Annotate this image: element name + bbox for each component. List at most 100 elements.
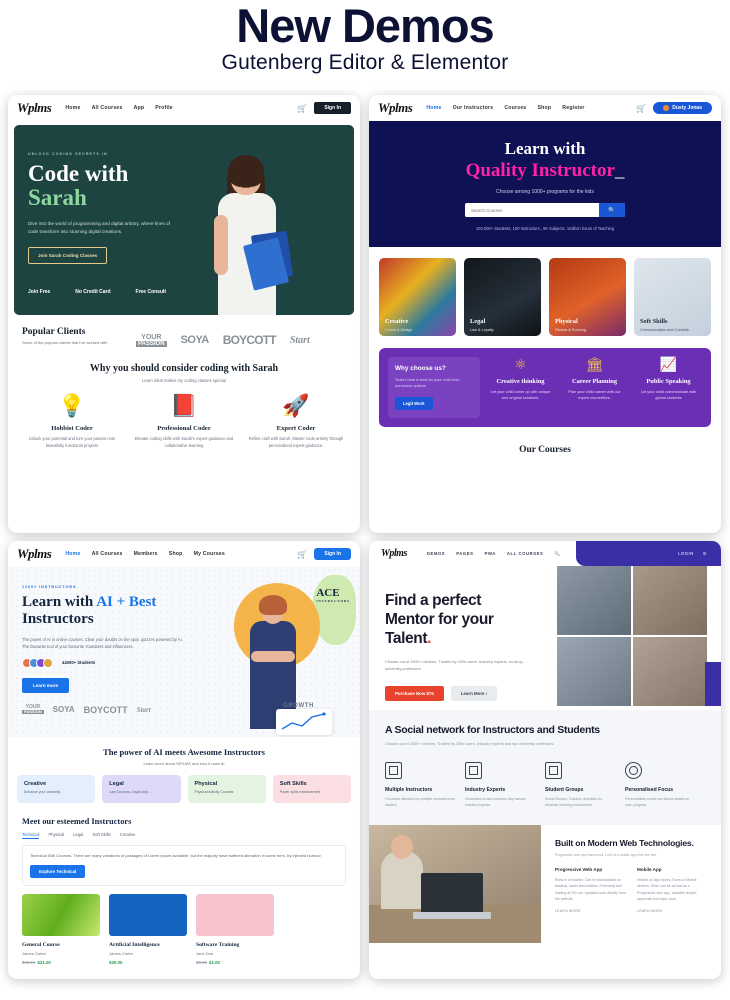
course-title: General Course bbox=[22, 942, 60, 949]
tab-legal[interactable]: Legal bbox=[73, 832, 83, 839]
hero-stats: 100,000+ Students, 100 Instructors , 96 … bbox=[475, 226, 615, 231]
course-thumbnail bbox=[196, 894, 274, 937]
nav-item-courses[interactable]: Courses bbox=[504, 105, 526, 111]
user-badge[interactable]: Dusty Jonas bbox=[653, 102, 712, 114]
category-card-physical[interactable]: Physical Fitness & Running bbox=[549, 258, 626, 336]
category-card-soft-skills[interactable]: Soft Skills Communication and Condide bbox=[634, 258, 711, 336]
nav-item-home[interactable]: Home bbox=[426, 105, 441, 111]
nav-item-profile[interactable]: Profile bbox=[155, 105, 173, 111]
course-card-ai[interactable]: Artificial Intelligence James Carter $30… bbox=[109, 894, 187, 965]
client-logos: YOUR PASSION SOYA BOYCOTT Start bbox=[22, 705, 208, 715]
search-icon[interactable]: 🔍 bbox=[554, 551, 560, 557]
course-new-price: $21.00 bbox=[37, 960, 51, 966]
nav-item-shop[interactable]: Shop bbox=[169, 551, 183, 557]
nav-item-home[interactable]: Home bbox=[65, 551, 80, 557]
feature-desc: Social Groups, Classes, Activities for w… bbox=[545, 797, 602, 807]
why-choose-us-panel: Why choose us? Select what is best for y… bbox=[379, 348, 711, 427]
demo2-logo[interactable]: Wplms bbox=[378, 100, 413, 116]
category-sub: Law & Loyalty bbox=[470, 328, 494, 332]
search-icon[interactable]: 🔍 bbox=[599, 203, 625, 217]
nav-item-register[interactable]: Register bbox=[562, 105, 584, 111]
tab-physical[interactable]: Physical bbox=[48, 832, 64, 839]
demo-card-ai-instructors[interactable]: Wplms Home All Courses Members Shop My C… bbox=[8, 541, 360, 979]
nav-item-home[interactable]: Home bbox=[65, 105, 80, 111]
nav-item-shop[interactable]: Shop bbox=[538, 105, 552, 111]
course-card-software[interactable]: Software Training Jane Doe $9.99 $1.00 bbox=[196, 894, 274, 965]
demo-grid: Wplms Home All Courses App Profile 🛒 Sig… bbox=[8, 95, 722, 979]
demo-card-find-mentor[interactable]: Wplms DEMOS PAGES PWA ALL COURSES 🔍 LOGI… bbox=[369, 541, 721, 979]
nav-item-pages[interactable]: PAGES bbox=[456, 551, 473, 557]
pill-desc: Physical Activity Courses bbox=[194, 790, 234, 794]
course-old-price: $9.99 bbox=[196, 960, 207, 966]
hero-cta-button[interactable]: Join Sarah Coding Classes bbox=[28, 247, 108, 265]
cart-icon[interactable]: 🛒 bbox=[636, 104, 646, 113]
learn-more-button[interactable]: Learn more bbox=[22, 677, 70, 693]
why-card-button[interactable]: Legit Work bbox=[395, 396, 433, 410]
demo4-hero: Find a perfect Mentor for your Talent. C… bbox=[369, 566, 721, 706]
feature-title: Professional Coder bbox=[157, 425, 211, 432]
feature-desc: Consulted on and common day various Indu… bbox=[465, 797, 526, 807]
hero-title: Find a perfect Mentor for your Talent. bbox=[385, 592, 494, 647]
why-feature-public-speaking: 📈 Public Speaking Let your child communi… bbox=[635, 357, 702, 418]
tech-column-mobile: Mobile App Hosted on App stores. Runs on… bbox=[637, 867, 708, 913]
nav-item-my-courses[interactable]: My Courses bbox=[194, 551, 225, 557]
why-card-title: Why choose us? bbox=[395, 365, 446, 372]
course-price: $9.99 $1.00 bbox=[196, 960, 274, 965]
focus-icon bbox=[625, 762, 642, 779]
pill-creative[interactable]: Creative Enhance your creativity bbox=[17, 775, 96, 803]
photo-tile bbox=[557, 566, 631, 635]
nav-item-pwa[interactable]: PWA bbox=[485, 551, 496, 557]
category-card-creative[interactable]: Creative Colors & Design bbox=[379, 258, 456, 336]
demo3-logo[interactable]: Wplms bbox=[17, 546, 52, 562]
nav-item-all-courses[interactable]: All Courses bbox=[92, 551, 123, 557]
feature-desc: Plan your child career with our expert c… bbox=[568, 389, 621, 401]
nav-item-demos[interactable]: DEMOS bbox=[427, 551, 445, 557]
pill-legal[interactable]: Legal Law Courses, Legal duty ... bbox=[102, 775, 181, 803]
course-card-general[interactable]: General Course James Carter $49.99 $21.00 bbox=[22, 894, 100, 965]
nav-item-all-courses[interactable]: All Courses bbox=[92, 105, 123, 111]
rocket-icon: 🚀 bbox=[282, 393, 310, 418]
feature-title: Student Groups bbox=[545, 787, 584, 793]
meta-no-credit-card: No Credit Card bbox=[75, 289, 111, 296]
pill-soft-skills[interactable]: Soft Skills Power skills enhancement bbox=[272, 775, 351, 803]
column-link[interactable]: LEARN MORE bbox=[555, 909, 626, 913]
menu-icon[interactable]: ☰ bbox=[703, 551, 707, 556]
nav-item-members[interactable]: Members bbox=[134, 551, 158, 557]
category-card-legal[interactable]: Legal Law & Loyalty bbox=[464, 258, 541, 336]
login-button[interactable]: LOGIN bbox=[678, 551, 694, 556]
demo1-hero-content: UNLOCK CODING SECRETS IN Code with Sarah… bbox=[14, 125, 198, 315]
nav-item-all-courses[interactable]: ALL COURSES bbox=[507, 551, 544, 557]
nav-item-our-instructors[interactable]: Our Instructors bbox=[453, 105, 494, 111]
signin-button[interactable]: Sign In bbox=[314, 548, 351, 560]
category-title: Legal bbox=[470, 318, 486, 325]
cart-icon[interactable]: 🛒 bbox=[297, 104, 307, 113]
category-pills: Creative Enhance your creativity Legal L… bbox=[8, 775, 360, 803]
pill-physical[interactable]: Physical Physical Activity Courses bbox=[187, 775, 266, 803]
hero-description: The power of AI in online courses. Clear… bbox=[22, 636, 183, 649]
demo4-logo[interactable]: Wplms bbox=[381, 548, 407, 559]
tab-creative[interactable]: Creative bbox=[120, 832, 136, 839]
pill-desc: Enhance your creativity bbox=[24, 790, 61, 794]
search-input[interactable] bbox=[465, 203, 599, 217]
explore-button[interactable]: Explore Technical bbox=[30, 865, 86, 879]
learn-more-button[interactable]: Learn More › bbox=[450, 685, 498, 701]
purchase-button[interactable]: Purchase Now $75 bbox=[385, 685, 444, 701]
cart-icon[interactable]: 🛒 bbox=[297, 550, 307, 559]
course-search-bar[interactable]: 🔍 bbox=[465, 203, 625, 217]
demo4-social-section: A Social network for Instructors and Stu… bbox=[369, 710, 721, 825]
column-link[interactable]: LEARN MORE bbox=[637, 909, 708, 913]
meta-join-free: Join Free bbox=[28, 289, 51, 296]
category-title: Soft Skills bbox=[640, 318, 668, 325]
tab-soft-skills[interactable]: Soft Skills bbox=[92, 832, 110, 839]
demo-card-code-with-sarah[interactable]: Wplms Home All Courses App Profile 🛒 Sig… bbox=[8, 95, 360, 533]
tab-technical[interactable]: Technical bbox=[22, 832, 40, 839]
avatar bbox=[663, 105, 670, 111]
demo1-logo[interactable]: Wplms bbox=[17, 100, 52, 116]
nav-item-app[interactable]: App bbox=[134, 105, 145, 111]
category-title: Creative bbox=[385, 318, 409, 325]
demo3-hero: ACE INSTRUCTORS GROWTH 1200+ INSTRUCTORS… bbox=[8, 567, 360, 737]
demo-card-quality-instructor[interactable]: Wplms Home Our Instructors Courses Shop … bbox=[369, 95, 721, 533]
tech-photo bbox=[369, 824, 541, 943]
signin-button[interactable]: Sign In bbox=[314, 102, 351, 114]
demo4-tech-section: Built on Modern Web Technologies. Progre… bbox=[369, 824, 721, 943]
